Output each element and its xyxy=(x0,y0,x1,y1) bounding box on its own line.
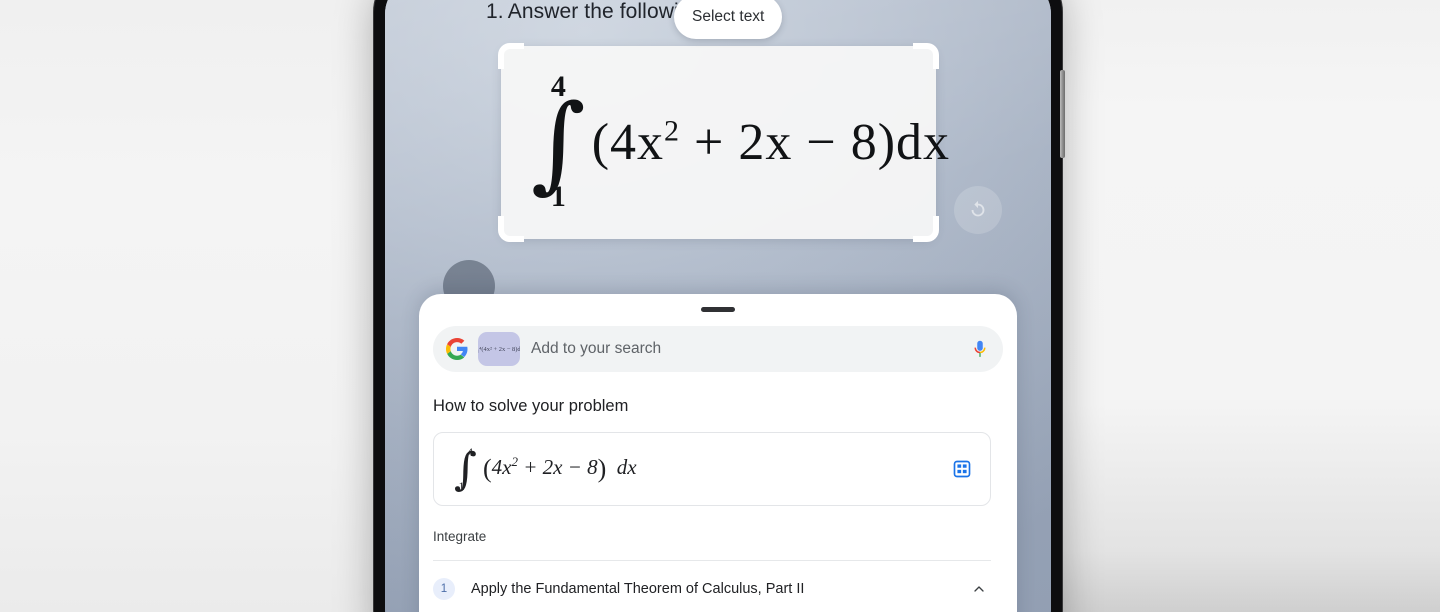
math-problem-card[interactable]: 4 ∫ 1 (4x2 + 2x − 8) dx xyxy=(433,432,991,506)
card-open-paren: ( xyxy=(482,454,492,483)
volume-button[interactable] xyxy=(1060,70,1065,158)
select-text-button[interactable]: Select text xyxy=(674,0,783,39)
card-integral-symbol-group: 4 ∫ 1 xyxy=(454,446,477,492)
background-right-wall xyxy=(1060,0,1440,612)
formula-thumbnail-chip[interactable]: ∫₁⁴(4x² + 2x − 8)dx xyxy=(478,332,520,366)
phone-device: 1. Answer the following Select text 4 ∫ 1… xyxy=(373,0,1065,612)
worksheet-question-line: 1. Answer the following xyxy=(486,0,702,24)
integral-lower-limit: 1 xyxy=(550,180,566,214)
selection-handle-bottom-right[interactable] xyxy=(913,216,939,242)
question-text: Answer the following xyxy=(507,0,703,23)
calculator-icon[interactable] xyxy=(952,459,972,479)
google-g-logo-icon xyxy=(446,338,468,360)
integral-sign: ∫ xyxy=(531,81,586,204)
search-placeholder: Add to your search xyxy=(531,340,662,357)
selection-handle-top-left[interactable] xyxy=(498,43,524,69)
sheet-drag-handle[interactable] xyxy=(701,307,735,312)
selection-handle-top-right[interactable] xyxy=(913,43,939,69)
integrand-expression: (4x2 + 2x − 8)dx xyxy=(592,113,950,172)
question-number: 1. xyxy=(486,0,504,23)
card-expr-b: + 2x − 8 xyxy=(517,455,598,479)
search-input-bar[interactable]: ∫₁⁴(4x² + 2x − 8)dx Add to your search xyxy=(433,326,1003,372)
lens-selection-region[interactable]: 4 ∫ 1 (4x2 + 2x − 8)dx xyxy=(498,43,949,242)
results-bottom-sheet: ∫₁⁴(4x² + 2x − 8)dx Add to your search H… xyxy=(419,294,1017,612)
card-expr-a: 4x xyxy=(491,455,512,479)
camera-viewfinder[interactable]: 1. Answer the following Select text 4 ∫ 1… xyxy=(385,0,1051,612)
step-title: Apply the Fundamental Theorem of Calculu… xyxy=(471,581,805,597)
solution-step-row[interactable]: 1 Apply the Fundamental Theorem of Calcu… xyxy=(433,569,991,609)
selected-formula: 4 ∫ 1 (4x2 + 2x − 8)dx xyxy=(531,62,950,222)
refresh-icon xyxy=(971,200,985,217)
section-title: How to solve your problem xyxy=(433,397,629,415)
divider xyxy=(433,560,991,561)
microphone-icon[interactable] xyxy=(969,338,991,360)
chevron-up-icon[interactable] xyxy=(971,581,987,597)
integral-symbol-group: 4 ∫ 1 xyxy=(531,71,586,214)
step-number-badge: 1 xyxy=(433,578,455,600)
card-differential: dx xyxy=(616,455,637,479)
card-close-paren: ) xyxy=(597,454,607,483)
formula-thumbnail-label: ∫₁⁴(4x² + 2x − 8)dx xyxy=(478,345,520,353)
phone-screen: 1. Answer the following Select text 4 ∫ 1… xyxy=(385,0,1051,612)
integrand-prefix: (4x xyxy=(591,113,665,171)
integrand-suffix: + 2x − 8)dx xyxy=(680,113,951,171)
operation-label: Integrate xyxy=(433,529,487,544)
card-integral-lower-limit: 1 xyxy=(458,479,465,494)
background-left-wall xyxy=(0,0,376,612)
card-integrand: (4x2 + 2x − 8) dx xyxy=(483,454,637,484)
card-formula: 4 ∫ 1 (4x2 + 2x − 8) dx xyxy=(454,446,637,492)
selection-handle-bottom-left[interactable] xyxy=(498,216,524,242)
select-text-label: Select text xyxy=(692,8,765,25)
integrand-exponent: 2 xyxy=(664,114,681,148)
refresh-button[interactable] xyxy=(954,186,1002,234)
